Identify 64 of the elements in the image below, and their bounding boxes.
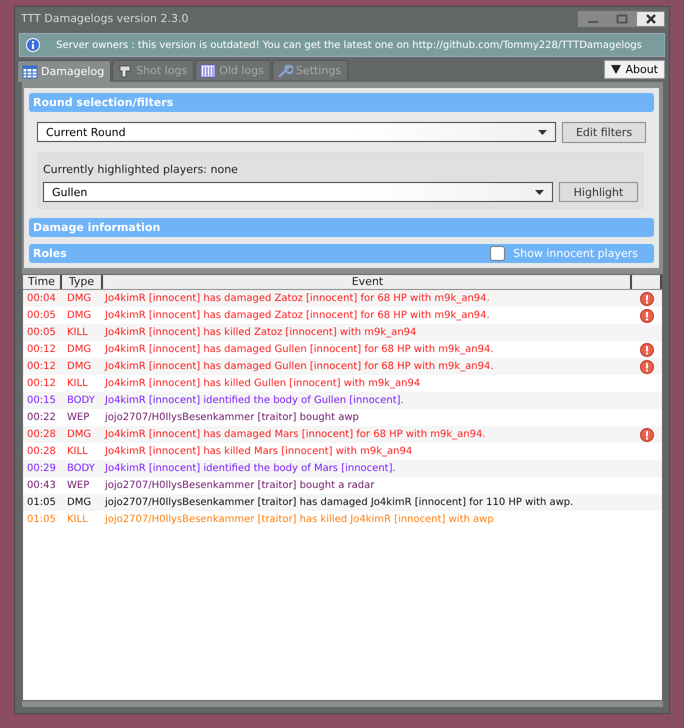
table-cell-text: 00:43 (26, 480, 57, 491)
table-cell-text: 00:28 (26, 429, 57, 440)
edit-filters-button[interactable]: Edit filters (562, 122, 646, 143)
table-cell-text: 00:22 (26, 412, 57, 423)
player-dropdown[interactable]: Gullen (43, 182, 553, 202)
table-cell-text: 00:12 (26, 344, 57, 355)
table-cell-text: Jo4kimR [innocent] identified the body of Gullen [innocent]. (104, 395, 405, 406)
window-title: TTT Damagelogs version 2.3.0 (21, 12, 188, 25)
table-cell-text: WEP (66, 480, 90, 491)
table-cell-text: 00:05 (26, 310, 57, 321)
table-cell-text: BODY (66, 395, 96, 406)
checkbox[interactable] (490, 246, 506, 261)
table-cell-text: BODY (66, 463, 96, 474)
notice-text: Server owners : this version is outdated! You can get the latest one on http://github.com/Tommy228/TTTDamagelogs (55, 40, 643, 50)
table-cell-text: KILL (66, 327, 89, 338)
table-cell-text: 00:04 (26, 293, 57, 304)
table-cell-text: 00:15 (26, 395, 57, 406)
section-title: Roles (33, 247, 67, 260)
table-cell-text: DMG (66, 429, 92, 440)
caret-icon (611, 65, 622, 74)
table-cell-text: WEP (66, 412, 90, 423)
table-cell-text: DMG (66, 361, 92, 372)
table-cell-text: 00:12 (26, 378, 57, 389)
dropdown-arrow-icon (538, 130, 547, 134)
round-dropdown[interactable]: Current Round (37, 122, 556, 142)
close-icon (644, 12, 656, 24)
table-cell-text: 00:28 (26, 446, 57, 457)
table-cell-text: 00:05 (26, 327, 57, 338)
info-icon (26, 38, 40, 52)
table-cell-text: 01:05 (26, 497, 57, 508)
table-cell-text: KILL (66, 514, 89, 525)
table-cell-text: jojo2707/H0llysBesenkammer [traitor] bought awp (104, 412, 360, 423)
wrench-icon (276, 62, 293, 78)
table-cell-text: Jo4kimR [innocent] has killed Mars [innocent] with m9k_an94 (104, 446, 414, 457)
table-cell-text: KILL (66, 446, 89, 457)
table-cell-text: Jo4kimR [innocent] has damaged Gullen [innocent] for 68 HP with m9k_an94. (104, 361, 495, 372)
table-cell-text: DMG (66, 310, 92, 321)
table-cell-text: DMG (66, 344, 92, 355)
table-cell-text: DMG (66, 497, 92, 508)
table-cell-text: jojo2707/H0llysBesenkammer [traitor] has killed Jo4kimR [innocent] with awp (104, 514, 495, 525)
table-cell-text: KILL (66, 378, 89, 389)
table-cell-text: Jo4kimR [innocent] has damaged Gullen [innocent] for 68 HP with m9k_an94. (104, 344, 495, 355)
calendar-icon (200, 62, 216, 78)
checkbox-label: Show innocent players (513, 247, 638, 260)
table-cell-text: Jo4kimR [innocent] has damaged Zatoz [innocent] for 68 HP with m9k_an94. (104, 310, 491, 321)
highlight-button[interactable]: Highlight (559, 182, 638, 202)
table-cell-text: Jo4kimR [innocent] identified the body of Mars [innocent]. (104, 463, 397, 474)
table-cell-text: jojo2707/H0llysBesenkammer [traitor] has damaged Jo4kimR [innocent] for 110 HP with awp. (104, 497, 574, 508)
minimize-icon (588, 20, 598, 22)
highlight-label: Currently highlighted players: none (43, 163, 238, 176)
table-icon (22, 64, 38, 80)
table-cell-text: 00:12 (26, 361, 57, 372)
table-cell-text: Jo4kimR [innocent] has damaged Mars [innocent] for 68 HP with m9k_an94. (104, 429, 486, 440)
table-cell-text: Jo4kimR [innocent] has killed Zatoz [innocent] with m9k_an94 (104, 327, 418, 338)
table-cell-text: Jo4kimR [innocent] has damaged Zatoz [innocent] for 68 HP with m9k_an94. (104, 293, 491, 304)
dropdown-arrow-icon (535, 190, 544, 194)
close-button[interactable] (636, 10, 665, 26)
table-cell-text: DMG (66, 293, 92, 304)
table-cell-text: jojo2707/H0llysBesenkammer [traitor] bought a radar (104, 480, 376, 491)
table-cell-text: 01:05 (26, 514, 57, 525)
table-cell-text: Jo4kimR [innocent] has killed Gullen [innocent] with m9k_an94 (104, 378, 422, 389)
table-cell-text: 00:29 (26, 463, 57, 474)
about-button[interactable]: About (604, 60, 665, 79)
maximize-icon (616, 14, 628, 24)
